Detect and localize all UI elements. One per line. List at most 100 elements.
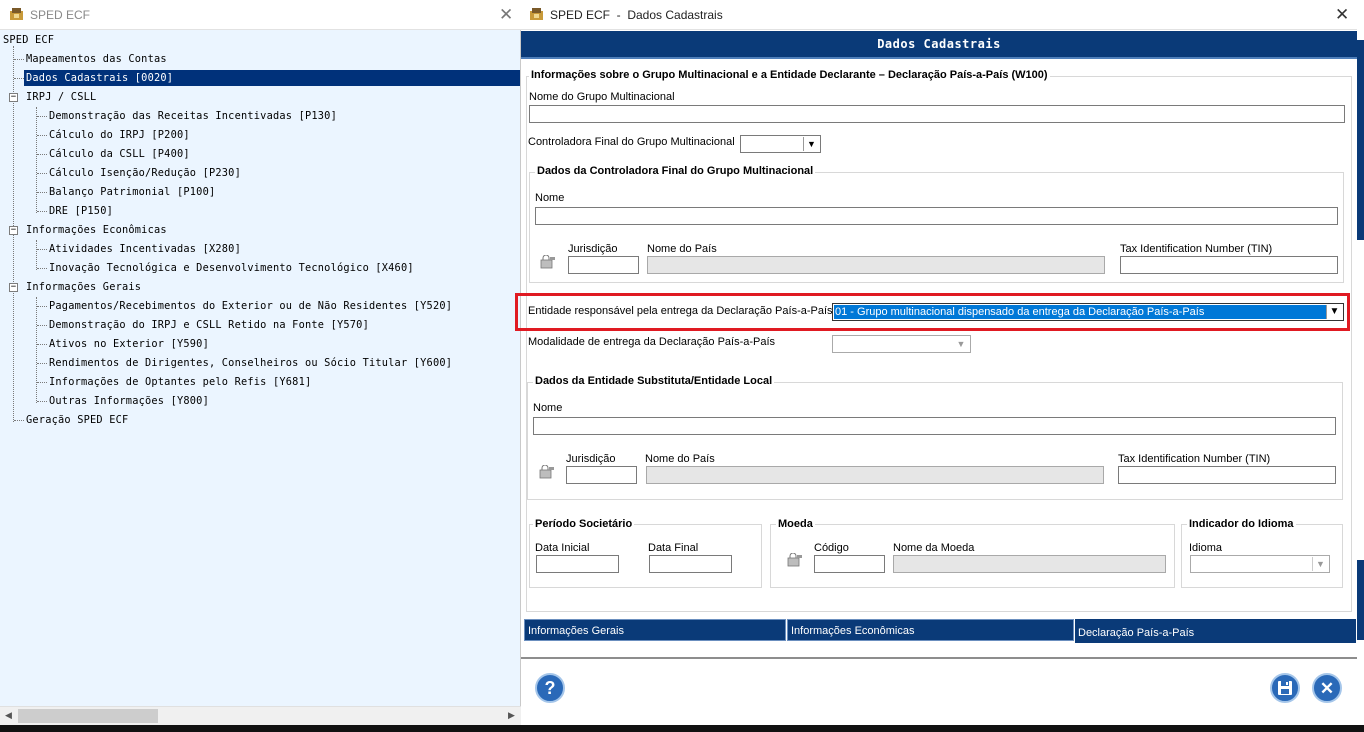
tree-item-p400[interactable]: Cálculo da CSLL [P400]: [49, 146, 190, 162]
idioma-group-title: Indicador do Idioma: [1187, 518, 1296, 530]
tree-item-x460[interactable]: Inovação Tecnológica e Desenvolvimento T…: [49, 260, 414, 276]
divider: [521, 657, 1357, 659]
main-group-title: Informações sobre o Grupo Multinacional …: [529, 69, 1050, 81]
navigation-tree: SPED ECF Mapeamentos das Contas Dados Ca…: [0, 32, 521, 704]
tree-item-y590[interactable]: Ativos no Exterior [Y590]: [49, 336, 209, 352]
modalidade-label: Modalidade de entrega da Declaração País…: [528, 336, 776, 348]
substituta-jurisdicao-label: Jurisdição: [566, 453, 616, 465]
tree-item-p150[interactable]: DRE [P150]: [49, 203, 113, 219]
tree-item-p230[interactable]: Cálculo Isenção/Redução [P230]: [49, 165, 241, 181]
tab-informacoes-economicas[interactable]: Informações Econômicas: [787, 619, 1074, 641]
left-titlebar: SPED ECF ✕: [0, 0, 521, 30]
moeda-group-title: Moeda: [776, 518, 815, 530]
floppy-disk-icon: [1278, 681, 1292, 695]
controladora-label: Controladora Final do Grupo Multinaciona…: [528, 136, 735, 148]
scroll-right-icon[interactable]: ▶: [508, 710, 515, 721]
lookup-icon[interactable]: [787, 553, 803, 567]
idioma-select[interactable]: ▼: [1190, 555, 1330, 573]
controladora-tin-input[interactable]: [1120, 256, 1338, 274]
controladora-nome-label: Nome: [535, 192, 565, 204]
tree-item-y600[interactable]: Rendimentos de Dirigentes, Conselheiros …: [49, 355, 452, 371]
collapse-icon[interactable]: −: [9, 93, 18, 102]
tab-declaracao-pais-a-pais-label: Declaração País-a-País: [1078, 627, 1195, 639]
save-button[interactable]: [1270, 673, 1300, 703]
chevron-down-icon[interactable]: ▼: [1326, 305, 1342, 319]
tree-item-p100[interactable]: Balanço Patrimonial [P100]: [49, 184, 215, 200]
chevron-down-icon[interactable]: ▼: [1312, 557, 1328, 571]
right-titlebar: SPED ECF - Dados Cadastrais ✕: [521, 0, 1357, 30]
tree-item-y681[interactable]: Informações de Optantes pelo Refis [Y681…: [49, 374, 311, 390]
tree-item-y520[interactable]: Pagamentos/Recebimentos do Exterior ou d…: [49, 298, 452, 314]
nome-moeda-label: Nome da Moeda: [893, 542, 975, 554]
left-window-title: SPED ECF: [30, 8, 91, 22]
tree-item-p200[interactable]: Cálculo do IRPJ [P200]: [49, 127, 190, 143]
controladora-select[interactable]: ▼: [740, 135, 821, 153]
tab-declaracao-pais-a-pais[interactable]: Declaração País-a-País: [1075, 617, 1356, 643]
right-window: SPED ECF - Dados Cadastrais ✕ Dados Cada…: [515, 0, 1357, 732]
chevron-down-icon[interactable]: ▼: [953, 337, 969, 351]
app-icon: [10, 8, 23, 20]
tree-item-y800[interactable]: Outras Informações [Y800]: [49, 393, 209, 409]
form-header: Dados Cadastrais: [521, 31, 1357, 59]
tree-item-x280[interactable]: Atividades Incentivadas [X280]: [49, 241, 241, 257]
idioma-label: Idioma: [1189, 542, 1223, 554]
tab-informacoes-gerais[interactable]: Informações Gerais: [524, 619, 786, 641]
left-close-icon[interactable]: ✕: [499, 6, 513, 23]
controladora-nome-input[interactable]: [535, 207, 1338, 225]
codigo-input[interactable]: [814, 555, 885, 573]
taskbar-strip: [0, 725, 1364, 732]
substituta-nome-label: Nome: [533, 402, 563, 414]
controladora-tin-label: Tax Identification Number (TIN): [1120, 243, 1273, 255]
substituta-jurisdicao-input[interactable]: [566, 466, 637, 484]
data-inicial-label: Data Inicial: [535, 542, 590, 554]
entidade-select[interactable]: 01 - Grupo multinacional dispensado da e…: [832, 303, 1344, 321]
close-button[interactable]: ✕: [1312, 673, 1342, 703]
left-window: SPED ECF ✕ SPED ECF Mapeamentos das Cont…: [0, 0, 521, 732]
tree-item-p130[interactable]: Demonstração das Receitas Incentivadas […: [49, 108, 337, 124]
right-close-icon[interactable]: ✕: [1335, 6, 1349, 23]
tree-item-informacoes-gerais[interactable]: Informações Gerais: [26, 279, 141, 295]
substituta-pais-input: [646, 466, 1104, 484]
substituta-tin-input[interactable]: [1118, 466, 1336, 484]
substituta-group-title: Dados da Entidade Substituta/Entidade Lo…: [533, 375, 775, 387]
substituta-pais-label: Nome do País: [645, 453, 715, 465]
controladora-group-title: Dados da Controladora Final do Grupo Mul…: [535, 165, 816, 177]
lookup-icon[interactable]: [540, 255, 556, 269]
nome-moeda-input: [893, 555, 1166, 573]
controladora-jurisdicao-input[interactable]: [568, 256, 639, 274]
entidade-label: Entidade responsável pela entrega da Dec…: [528, 305, 833, 317]
controladora-jurisdicao-label: Jurisdição: [568, 243, 618, 255]
collapse-icon[interactable]: −: [9, 283, 18, 292]
nome-grupo-label: Nome do Grupo Multinacional: [529, 91, 675, 103]
tree-item-informacoes-economicas[interactable]: Informações Econômicas: [26, 222, 167, 238]
nome-grupo-input[interactable]: [529, 105, 1345, 123]
tab-informacoes-gerais-label: Informações Gerais: [528, 625, 624, 637]
collapse-icon[interactable]: −: [9, 226, 18, 235]
tree-item-irpj-csll[interactable]: IRPJ / CSLL: [26, 89, 96, 105]
chevron-down-icon[interactable]: ▼: [803, 137, 819, 151]
app-icon: [530, 8, 543, 20]
controladora-pais-input: [647, 256, 1105, 274]
substituta-nome-input[interactable]: [533, 417, 1336, 435]
background-window-edge: [1357, 0, 1364, 732]
tree-root[interactable]: SPED ECF: [3, 32, 54, 48]
substituta-tin-label: Tax Identification Number (TIN): [1118, 453, 1271, 465]
tab-informacoes-economicas-label: Informações Econômicas: [791, 625, 915, 637]
scrollbar-thumb[interactable]: [18, 709, 158, 723]
controladora-pais-label: Nome do País: [647, 243, 717, 255]
data-inicial-input[interactable]: [536, 555, 619, 573]
help-button[interactable]: ?: [535, 673, 565, 703]
help-icon: ?: [544, 678, 556, 698]
close-icon: ✕: [1319, 679, 1335, 698]
tree-item-dados-cadastrais[interactable]: Dados Cadastrais [0020]: [24, 70, 520, 86]
data-final-input[interactable]: [649, 555, 732, 573]
tree-item-mapeamentos[interactable]: Mapeamentos das Contas: [26, 51, 167, 67]
data-final-label: Data Final: [648, 542, 699, 554]
scroll-left-icon[interactable]: ◀: [5, 710, 12, 721]
lookup-icon[interactable]: [539, 465, 555, 479]
periodo-group-title: Período Societário: [533, 518, 635, 530]
horizontal-scrollbar[interactable]: ◀ ▶: [0, 706, 521, 725]
tree-item-y570[interactable]: Demonstração do IRPJ e CSLL Retido na Fo…: [49, 317, 369, 333]
modalidade-select[interactable]: ▼: [832, 335, 971, 353]
tree-item-geracao-sped[interactable]: Geração SPED ECF: [26, 412, 128, 428]
